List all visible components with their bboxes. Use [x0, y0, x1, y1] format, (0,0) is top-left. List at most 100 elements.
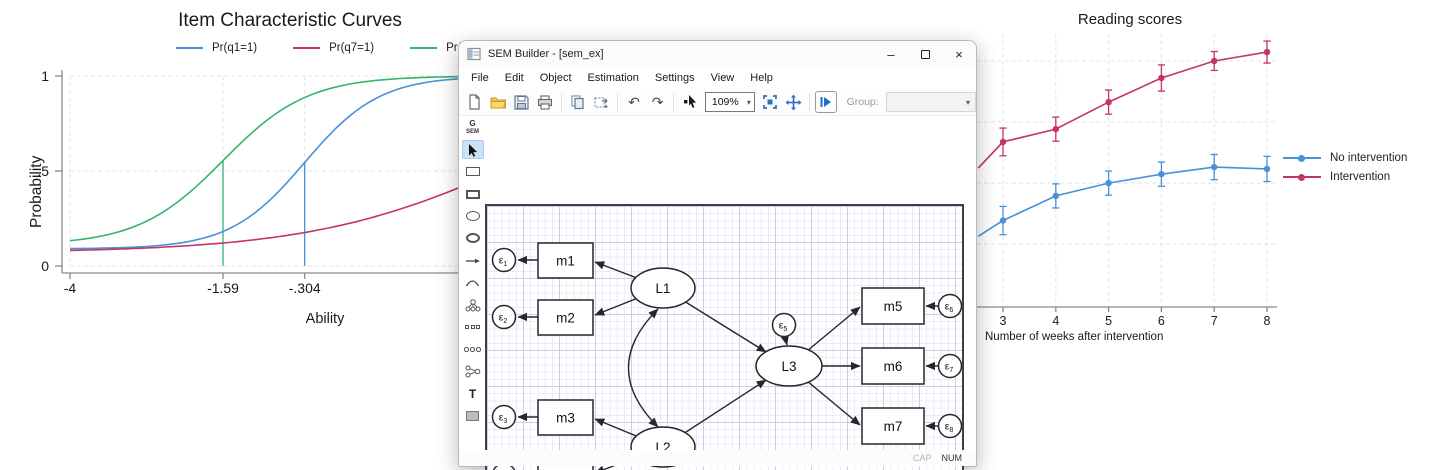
- estimate-button[interactable]: [815, 91, 837, 113]
- series-line: [978, 52, 1267, 168]
- add-covariance-tool[interactable]: [462, 273, 484, 292]
- add-area-tool[interactable]: [462, 406, 484, 425]
- maximize-button[interactable]: [908, 42, 942, 67]
- data-point: [1158, 75, 1164, 81]
- open-button[interactable]: [488, 91, 510, 113]
- new-file-button[interactable]: [464, 91, 486, 113]
- fit-in-window-icon: [762, 94, 778, 110]
- observed-label: m7: [884, 419, 903, 434]
- error-node-e5[interactable]: [773, 314, 796, 337]
- data-point: [1211, 58, 1217, 64]
- error-node-e8[interactable]: [939, 415, 962, 438]
- print-button[interactable]: [535, 91, 557, 113]
- reading-legend-swatch-no-intervention: [1283, 157, 1321, 159]
- add-text-tool[interactable]: T: [462, 384, 484, 403]
- observed-label: m3: [556, 411, 575, 426]
- chevron-down-icon: ▾: [747, 98, 751, 107]
- series-line: [978, 167, 1267, 236]
- menu-bar: File Edit Object Estimation Settings Vie…: [459, 67, 976, 89]
- bold-ellipse-icon: [466, 233, 480, 243]
- add-path-tool[interactable]: [462, 251, 484, 270]
- duplicate-icon: [593, 95, 609, 110]
- error-node-e7[interactable]: [939, 355, 962, 378]
- run-estimate-icon: [820, 96, 832, 108]
- menu-file[interactable]: File: [463, 69, 497, 87]
- group-select-combo[interactable]: ▾: [886, 92, 976, 112]
- toolbar: ↶ ↷ 109% ▾: [459, 89, 976, 116]
- group-label: Group:: [847, 96, 879, 108]
- path-arrow-e5-L3[interactable]: [785, 337, 787, 345]
- menu-help[interactable]: Help: [742, 69, 781, 87]
- reading-legend: No intervention Intervention: [1283, 152, 1407, 183]
- select-tool[interactable]: [462, 140, 484, 159]
- toolbar-separator: [561, 93, 562, 111]
- menu-settings[interactable]: Settings: [647, 69, 703, 87]
- save-button[interactable]: [511, 91, 533, 113]
- add-generalized-response-tool[interactable]: [462, 185, 484, 204]
- add-latent-set-tool[interactable]: [462, 340, 484, 359]
- chevron-down-icon: ▾: [966, 98, 970, 107]
- data-point: [1105, 99, 1111, 105]
- app-icon: [467, 47, 481, 61]
- zoom-level-value: 109%: [712, 96, 744, 108]
- select-pointer-button[interactable]: [679, 91, 701, 113]
- reading-x-tick-label: 5: [1105, 314, 1112, 328]
- sem-diagram: L1L2L3m1m2m3m4m5m6m7ε1ε2ε3ε4ε5ε6ε7ε8: [487, 206, 962, 470]
- num-lock-indicator: NUM: [942, 453, 963, 463]
- measurement-component-icon: [465, 299, 481, 312]
- observed-label: m1: [556, 254, 575, 269]
- error-node-e1[interactable]: [493, 249, 516, 272]
- duplicate-button[interactable]: [591, 91, 613, 113]
- fit-in-window-button[interactable]: [759, 91, 781, 113]
- copy-button[interactable]: [567, 91, 589, 113]
- error-node-e2[interactable]: [493, 306, 516, 329]
- reading-x-tick-label: 3: [1000, 314, 1007, 328]
- print-icon: [537, 95, 553, 110]
- reading-legend-swatch-intervention: [1283, 176, 1321, 178]
- add-observed-tool[interactable]: [462, 162, 484, 181]
- pan-button[interactable]: [782, 91, 804, 113]
- minimize-button[interactable]: –: [874, 42, 908, 67]
- caps-lock-indicator: CAP: [913, 453, 932, 463]
- add-latent-tool[interactable]: [462, 207, 484, 226]
- reading-series-No intervention: [978, 155, 1270, 237]
- redo-icon: ↷: [652, 95, 664, 109]
- new-file-icon: [467, 94, 482, 110]
- menu-view[interactable]: View: [703, 69, 743, 87]
- reading-x-tick-label: 7: [1211, 314, 1218, 328]
- latent-set-icon: [464, 347, 481, 352]
- pointer-icon: [683, 94, 698, 110]
- gsem-view-toggle[interactable]: GSEM: [462, 118, 484, 137]
- undo-button[interactable]: ↶: [623, 91, 645, 113]
- window-titlebar[interactable]: SEM Builder - [sem_ex] – ×: [459, 41, 976, 67]
- add-measurement-component-tool[interactable]: [462, 296, 484, 315]
- menu-edit[interactable]: Edit: [497, 69, 532, 87]
- menu-object[interactable]: Object: [532, 69, 580, 87]
- observed-label: m6: [884, 359, 903, 374]
- reading-series-Intervention: [978, 41, 1270, 168]
- reading-legend-label-intervention: Intervention: [1330, 171, 1390, 183]
- error-node-e6[interactable]: [939, 295, 962, 318]
- screenshot-stage: Item Characteristic Curves Pr(q1=1) Pr(q…: [0, 0, 1430, 470]
- path-arrow-icon: [465, 257, 481, 265]
- reading-x-tick-label: 4: [1052, 314, 1059, 328]
- add-multilevel-latent-tool[interactable]: [462, 229, 484, 248]
- error-node-e3[interactable]: [493, 406, 516, 429]
- open-folder-icon: [490, 95, 507, 110]
- menu-estimation[interactable]: Estimation: [580, 69, 647, 87]
- data-point: [1000, 139, 1006, 145]
- diagram-canvas[interactable]: L1L2L3m1m2m3m4m5m6m7ε1ε2ε3ε4ε5ε6ε7ε8: [485, 204, 964, 470]
- sem-builder-window: SEM Builder - [sem_ex] – × File Edit Obj…: [458, 40, 977, 467]
- redo-button[interactable]: ↷: [647, 91, 669, 113]
- data-point: [1053, 193, 1059, 199]
- data-point: [1264, 166, 1270, 172]
- toolbar-separator: [673, 93, 674, 111]
- tool-palette: GSEM: [460, 116, 485, 425]
- close-button[interactable]: ×: [942, 42, 976, 67]
- add-regression-component-tool[interactable]: [462, 362, 484, 381]
- icc-y-tick-label: 0: [41, 258, 49, 274]
- add-observed-set-tool[interactable]: [462, 318, 484, 337]
- zoom-level-combo[interactable]: 109% ▾: [705, 92, 755, 112]
- icc-x-tick-label: -4: [64, 280, 77, 296]
- covariance-L1-L2-cov[interactable]: [629, 309, 659, 427]
